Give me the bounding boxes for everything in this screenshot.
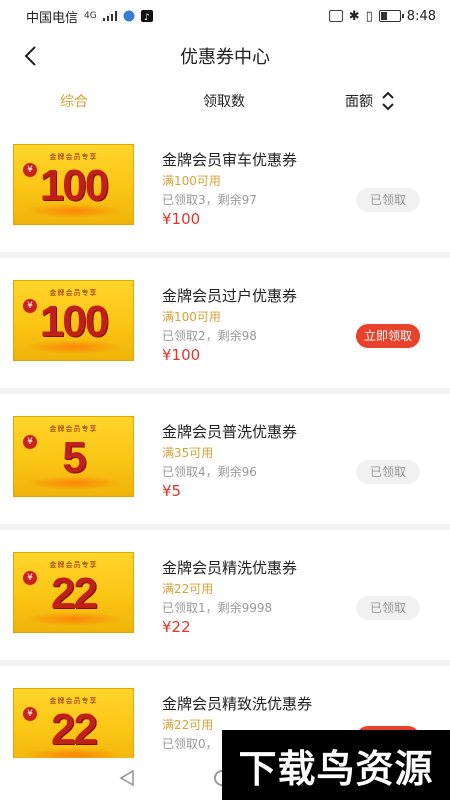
back-button[interactable] bbox=[14, 38, 46, 74]
coupon-price: ¥100 bbox=[162, 346, 201, 364]
coupon-card[interactable]: 金牌会员专享 ¥ 5 金牌会员普洗优惠券 满35可用 已领取4，剩余96 ¥5 … bbox=[0, 394, 450, 524]
coupon-name: 金牌会员过户优惠券 bbox=[162, 287, 298, 305]
coupon-price: ¥22 bbox=[162, 618, 191, 636]
hd-icon bbox=[328, 10, 343, 22]
nav-back-icon[interactable] bbox=[118, 769, 136, 787]
carrier-label: 中国电信 bbox=[26, 10, 79, 26]
coupon-image-glow bbox=[24, 204, 124, 218]
browser-icon bbox=[123, 10, 135, 22]
coupon-name: 金牌会员审车优惠券 bbox=[162, 151, 298, 169]
coupon-image: 金牌会员专享 ¥ 5 bbox=[13, 416, 134, 497]
coupon-price: ¥5 bbox=[162, 482, 182, 500]
status-right: ✱ ▯ 8:48 bbox=[328, 8, 436, 24]
claimed-button[interactable]: 已领取 bbox=[356, 460, 420, 484]
network-type: 4G bbox=[84, 11, 97, 21]
sort-tab-label: 领取数 bbox=[203, 94, 245, 110]
sort-tab-denomination[interactable]: 面额 bbox=[345, 91, 395, 111]
nav-bar: 优惠券中心 bbox=[0, 32, 450, 80]
coupon-card[interactable]: 金牌会员专享 ¥ 22 金牌会员精洗优惠券 满22可用 已领取1，剩余9998 … bbox=[0, 530, 450, 660]
coupon-image: 金牌会员专享 ¥ 22 bbox=[13, 688, 134, 769]
svg-text:♪: ♪ bbox=[144, 13, 150, 22]
sort-tab-claimed-count[interactable]: 领取数 bbox=[203, 91, 245, 111]
page-title: 优惠券中心 bbox=[180, 47, 270, 68]
coupon-condition: 满100可用 bbox=[162, 174, 221, 188]
sort-tab-label: 综合 bbox=[60, 94, 88, 110]
coupon-price: ¥100 bbox=[162, 210, 201, 228]
coupon-card[interactable]: 金牌会员专享 ¥ 100 金牌会员过户优惠券 满100可用 已领取2，剩余98 … bbox=[0, 258, 450, 388]
battery-icon bbox=[378, 10, 404, 22]
time-label: 8:48 bbox=[406, 8, 436, 24]
coupon-stats: 已领取1，剩余9998 bbox=[162, 601, 273, 615]
chevron-left-icon bbox=[24, 46, 36, 66]
coupon-name: 金牌会员普洗优惠券 bbox=[162, 423, 298, 441]
signal-icon bbox=[102, 11, 117, 21]
coupon-name: 金牌会员精洗优惠券 bbox=[162, 559, 298, 577]
coupon-image: 金牌会员专享 ¥ 100 bbox=[13, 144, 134, 225]
coupon-stats: 已领取0， bbox=[162, 737, 218, 751]
sort-tab-label: 面额 bbox=[345, 94, 373, 110]
coupon-stats: 已领取2，剩余98 bbox=[162, 329, 257, 343]
claimed-button[interactable]: 已领取 bbox=[356, 596, 420, 620]
coupon-image-glow bbox=[24, 476, 124, 490]
sort-tab-comprehensive[interactable]: 综合 bbox=[60, 91, 88, 111]
coupon-stats: 已领取4，剩余96 bbox=[162, 465, 257, 479]
coupon-stats: 已领取3，剩余97 bbox=[162, 193, 257, 207]
coupon-image-glow bbox=[24, 340, 124, 354]
vibrate-icon: ▯ bbox=[365, 8, 373, 24]
claim-now-button[interactable]: 立即领取 bbox=[356, 324, 420, 348]
coupon-condition: 满100可用 bbox=[162, 310, 221, 324]
coupon-condition: 满35可用 bbox=[162, 446, 214, 460]
coupon-condition: 满22可用 bbox=[162, 718, 214, 732]
watermark-logo: 下载鸟资源 bbox=[222, 730, 450, 800]
claimed-button[interactable]: 已领取 bbox=[356, 188, 420, 212]
status-left: 中国电信 4G ♪ bbox=[26, 7, 153, 26]
coupon-condition: 满22可用 bbox=[162, 582, 214, 596]
sort-bar: 综合 领取数 面额 bbox=[0, 80, 450, 122]
coupon-image: 金牌会员专享 ¥ 100 bbox=[13, 280, 134, 361]
coupon-image: 金牌会员专享 ¥ 22 bbox=[13, 552, 134, 633]
coupon-card[interactable]: 金牌会员专享 ¥ 100 金牌会员审车优惠券 满100可用 已领取3，剩余97 … bbox=[0, 122, 450, 252]
sort-arrows-icon bbox=[382, 91, 394, 111]
coupon-name: 金牌会员精致洗优惠券 bbox=[162, 695, 313, 713]
bluetooth-icon: ✱ bbox=[348, 8, 360, 24]
coupon-image-glow bbox=[24, 612, 124, 626]
status-bar: 中国电信 4G ♪ ✱ ▯ 8:48 bbox=[0, 0, 450, 32]
tiktok-icon: ♪ bbox=[140, 10, 153, 22]
